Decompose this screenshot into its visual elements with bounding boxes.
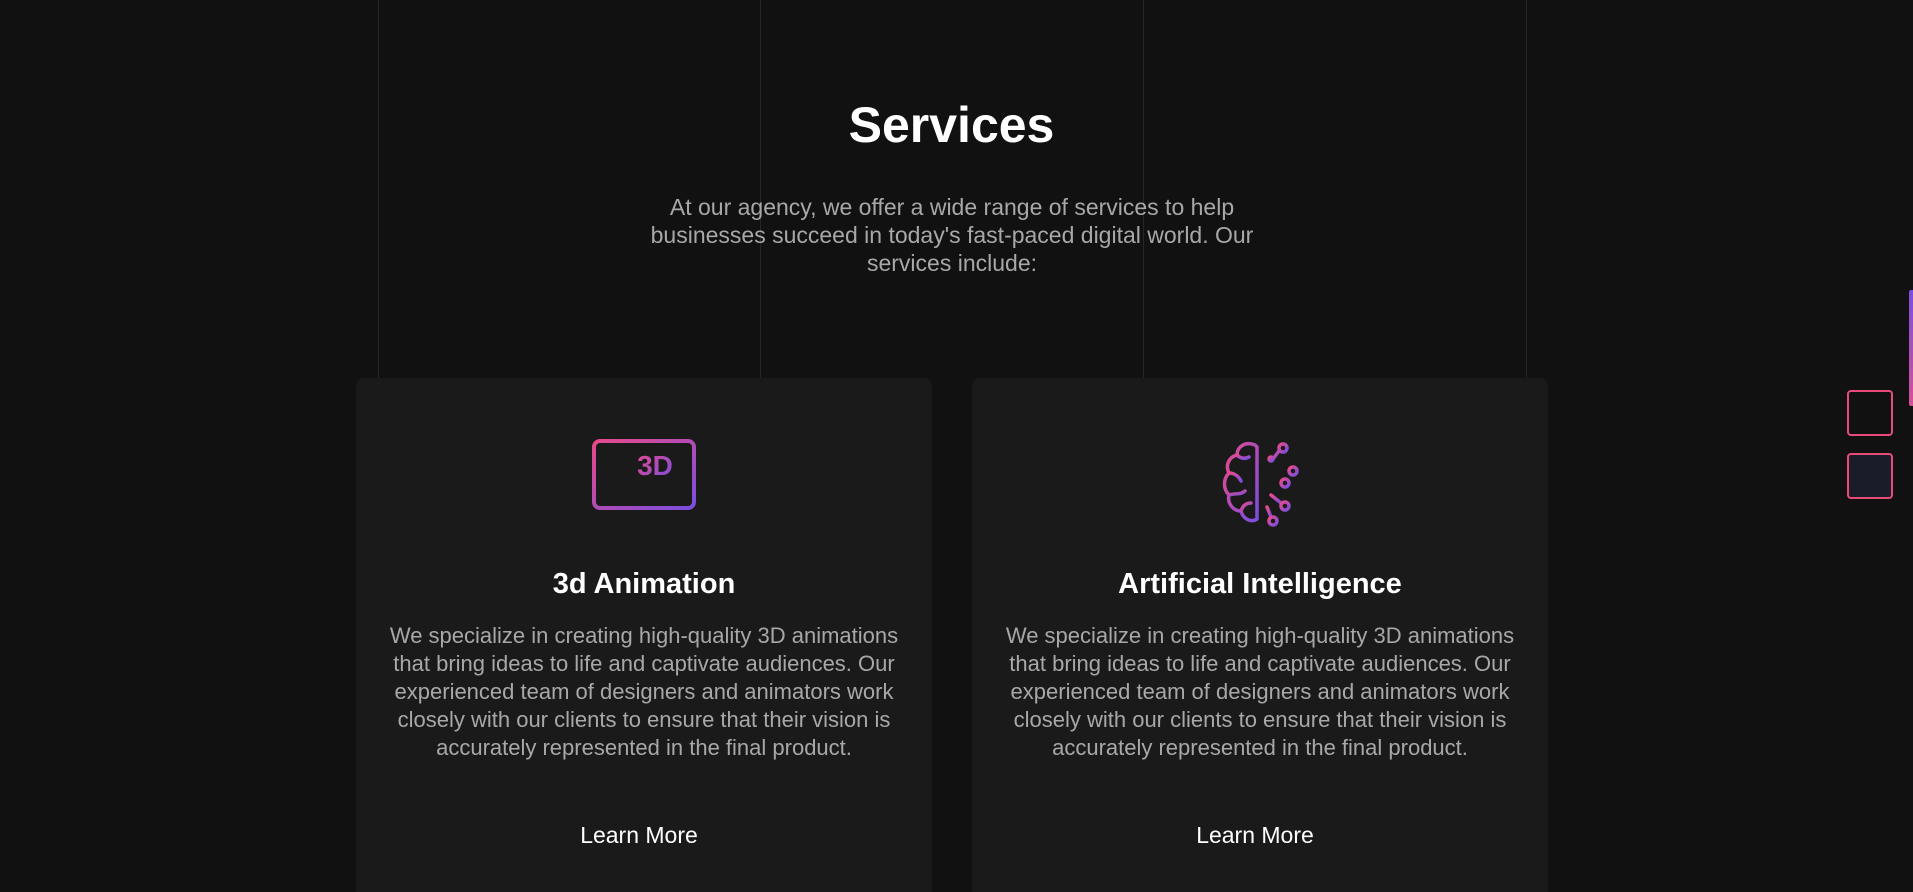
section-title: Services — [848, 97, 1055, 153]
background-grid-line — [760, 0, 761, 378]
side-square-button[interactable] — [1847, 390, 1893, 436]
learn-more-label: Learn More — [580, 822, 698, 848]
ai-brain-icon — [972, 437, 1548, 527]
section-intro: At our agency, we offer a wide range of … — [650, 194, 1254, 276]
background-grid-line — [1143, 0, 1144, 378]
monitor-3d-icon: 3D — [356, 437, 932, 527]
services-page: Services At our agency, we offer a wide … — [0, 0, 1913, 892]
service-card-artificial-intelligence: Artificial Intelligence We specialize in… — [972, 378, 1548, 892]
monitor-3d-label: 3D — [637, 450, 673, 481]
card-description: We specialize in creating high-quality 3… — [389, 623, 899, 760]
learn-more-label: Learn More — [1196, 822, 1314, 848]
card-description: We specialize in creating high-quality 3… — [1005, 623, 1515, 760]
background-grid-line — [378, 0, 379, 378]
scrollbar-thumb[interactable] — [1909, 290, 1913, 406]
side-square-button[interactable] — [1847, 453, 1893, 499]
card-title: 3d Animation — [552, 568, 736, 600]
learn-more-link[interactable]: Learn More — [972, 820, 1548, 850]
service-card-3d-animation: 3D 3d Animation We specialize in creatin… — [356, 378, 932, 892]
background-grid-line — [1526, 0, 1527, 378]
learn-more-link[interactable]: Learn More — [356, 820, 932, 850]
card-title: Artificial Intelligence — [1118, 568, 1402, 600]
